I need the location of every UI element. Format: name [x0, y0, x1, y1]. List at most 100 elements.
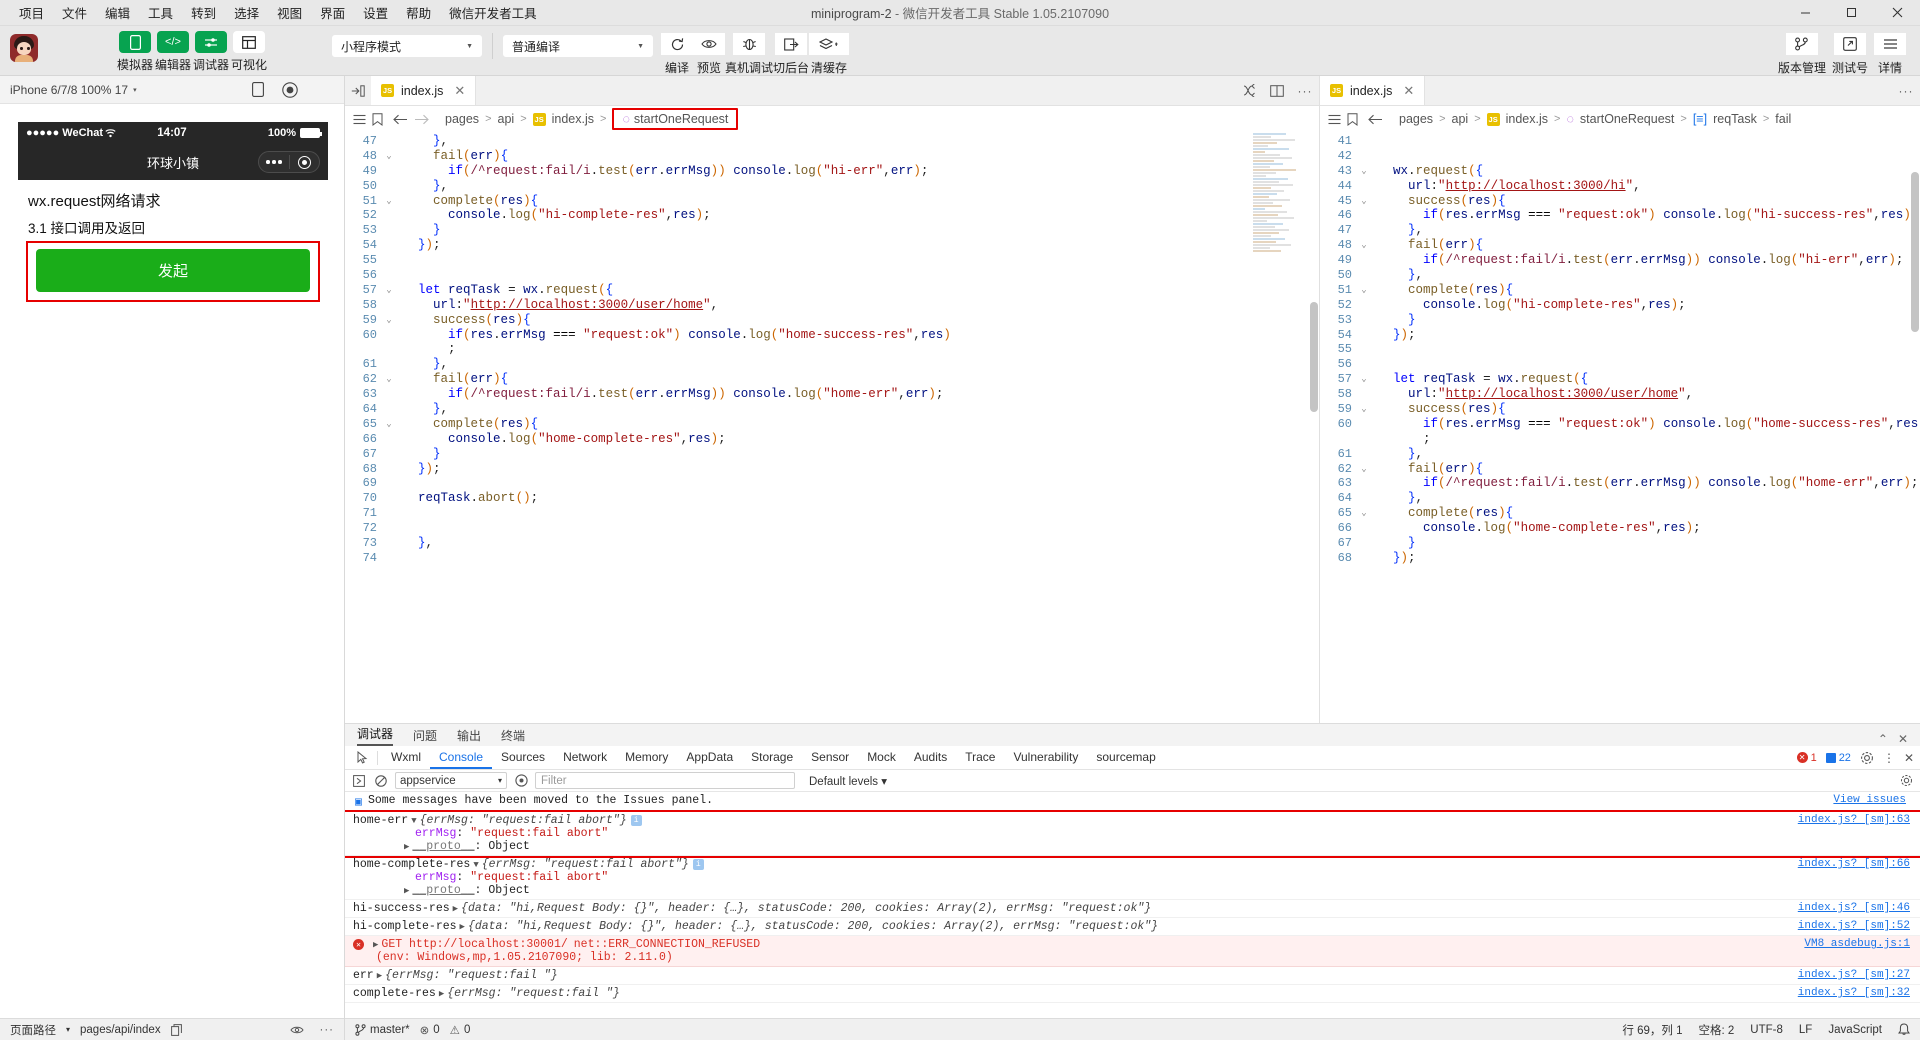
- code-line[interactable]: 62 ⌄ fail(err){: [345, 372, 1319, 387]
- toggle-sidebar-icon[interactable]: [345, 76, 371, 105]
- error-count-badge[interactable]: ✕ 1: [1796, 752, 1817, 764]
- console-output[interactable]: ▣ Some messages have been moved to the I…: [345, 792, 1920, 1018]
- code-line[interactable]: 59 ⌄ success(res){: [345, 313, 1319, 328]
- console-levels-select[interactable]: Default levels ▾: [809, 774, 887, 788]
- tab-vulnerability[interactable]: Vulnerability: [1004, 746, 1087, 769]
- code-line[interactable]: 66 console.log("home-complete-res",res);: [345, 432, 1319, 447]
- code-area-right[interactable]: 41 42 43 ⌄ wx.request({44 url:"http://local…: [1320, 132, 1920, 723]
- code-line[interactable]: 65 ⌄ complete(res){: [345, 417, 1319, 432]
- code-line[interactable]: 68 });: [1320, 551, 1920, 566]
- more-icon[interactable]: ···: [320, 1024, 335, 1036]
- device-select[interactable]: iPhone 6/7/8 100% 17: [10, 83, 128, 97]
- compile-mode-select[interactable]: 普通编译 ▼: [503, 35, 653, 57]
- expand-arrow-icon[interactable]: ▶: [377, 971, 382, 981]
- code-line[interactable]: 72: [345, 521, 1319, 536]
- fold-toggle[interactable]: ⌄: [1356, 283, 1372, 298]
- panel-tab-debugger[interactable]: 调试器: [357, 725, 394, 746]
- panel-tab-terminal[interactable]: 终端: [501, 727, 525, 746]
- inspect-element-icon[interactable]: [351, 751, 373, 764]
- expand-arrow-icon[interactable]: ▶: [373, 940, 378, 950]
- code-line[interactable]: 48 ⌄ fail(err){: [345, 149, 1319, 164]
- fold-toggle[interactable]: ⌄: [1356, 462, 1372, 477]
- clear-cache-button[interactable]: 清缓存: [809, 33, 850, 76]
- code-line[interactable]: 70 reqTask.abort();: [345, 491, 1319, 506]
- code-line[interactable]: 52 console.log("hi-complete-res",res);: [1320, 298, 1920, 313]
- rotate-icon[interactable]: [252, 82, 264, 97]
- code-line[interactable]: 64 },: [1320, 491, 1920, 506]
- expand-arrow-icon[interactable]: ▶: [460, 922, 465, 932]
- breadcrumb-symbol-highlight[interactable]: ◌ startOneRequest: [612, 108, 739, 130]
- editor-more-icon[interactable]: ···: [1291, 76, 1319, 105]
- code-line[interactable]: 61 },: [345, 357, 1319, 372]
- breadcrumb-file[interactable]: index.js: [1506, 112, 1548, 126]
- minimap-left[interactable]: [1253, 132, 1313, 723]
- breadcrumb-pages[interactable]: pages: [1399, 112, 1433, 126]
- code-line[interactable]: 69: [345, 476, 1319, 491]
- wechat-capsule[interactable]: [258, 151, 320, 173]
- gear-icon[interactable]: [1860, 751, 1874, 765]
- console-settings-icon[interactable]: [1898, 774, 1914, 787]
- code-line[interactable]: 59 ⌄ success(res){: [1320, 402, 1920, 417]
- tab-mock[interactable]: Mock: [858, 746, 905, 769]
- code-line[interactable]: 68 });: [345, 462, 1319, 477]
- console-source-link[interactable]: index.js? [sm]:52: [1798, 920, 1910, 932]
- code-line[interactable]: 56: [345, 268, 1319, 283]
- code-line[interactable]: 56: [1320, 357, 1920, 372]
- debugger-toggle-button[interactable]: 调试器: [192, 31, 230, 73]
- code-line[interactable]: 61 },: [1320, 447, 1920, 462]
- fold-toggle[interactable]: ⌄: [381, 149, 397, 164]
- tab-wxml[interactable]: Wxml: [382, 746, 430, 769]
- editor-toggle-button[interactable]: </> 编辑器: [154, 31, 192, 73]
- code-line[interactable]: 63 if(/^request:fail/i.test(err.errMsg))…: [1320, 476, 1920, 491]
- info-badge-icon[interactable]: i: [692, 859, 704, 870]
- console-log-row[interactable]: home-err ▼ {errMsg: "request:fail abort"} i…: [345, 810, 1920, 858]
- details-button[interactable]: 详情: [1874, 33, 1906, 76]
- console-log-row[interactable]: hi-success-res ▶ {data: "hi,Request Body: …: [345, 900, 1920, 918]
- breadcrumb-symbol[interactable]: startOneRequest: [1580, 112, 1675, 126]
- back-arrow-icon[interactable]: [393, 114, 408, 125]
- clear-console-icon[interactable]: [373, 774, 389, 787]
- breadcrumb-api[interactable]: api: [1452, 112, 1469, 126]
- code-line[interactable]: 46 if(res.errMsg === "request:ok") conso…: [1320, 208, 1920, 223]
- code-line[interactable]: 42: [1320, 149, 1920, 164]
- close-circle-icon[interactable]: [290, 155, 320, 169]
- tab-trace[interactable]: Trace: [956, 746, 1004, 769]
- code-line[interactable]: 53 }: [1320, 313, 1920, 328]
- cursor-position[interactable]: 行 69，列 1: [1622, 1022, 1682, 1038]
- code-line[interactable]: 63 if(/^request:fail/i.test(err.errMsg))…: [345, 387, 1319, 402]
- tab-sources[interactable]: Sources: [492, 746, 554, 769]
- back-arrow-icon[interactable]: [1368, 114, 1383, 125]
- expand-arrow-icon[interactable]: ▶: [453, 904, 458, 914]
- panel-tab-output[interactable]: 输出: [457, 727, 481, 746]
- code-line[interactable]: 54 });: [345, 238, 1319, 253]
- menu-item-help[interactable]: 帮助: [397, 0, 440, 25]
- expand-arrow-icon[interactable]: ▶: [404, 886, 409, 896]
- tab-memory[interactable]: Memory: [616, 746, 677, 769]
- page-path-value[interactable]: pages/api/index: [80, 1024, 161, 1036]
- bookmark-icon[interactable]: [1347, 112, 1358, 126]
- close-button[interactable]: [1874, 0, 1920, 26]
- code-line[interactable]: 54 });: [1320, 328, 1920, 343]
- breadcrumb-api[interactable]: api: [498, 112, 515, 126]
- expand-arrow-icon[interactable]: ▼: [411, 816, 416, 826]
- visualize-toggle-button[interactable]: 可视化: [230, 31, 268, 73]
- code-line[interactable]: 55: [345, 253, 1319, 268]
- code-line[interactable]: 45 ⌄ success(res){: [1320, 194, 1920, 209]
- menu-item-ui[interactable]: 界面: [311, 0, 354, 25]
- tab-appdata[interactable]: AppData: [677, 746, 742, 769]
- code-line[interactable]: 60 if(res.errMsg === "request:ok") conso…: [1320, 417, 1920, 432]
- code-line[interactable]: 51 ⌄ complete(res){: [1320, 283, 1920, 298]
- info-badge-icon[interactable]: i: [630, 815, 642, 826]
- tab-sourcemap[interactable]: sourcemap: [1087, 746, 1164, 769]
- console-source-link[interactable]: VM8 asdebug.js:1: [1804, 938, 1910, 950]
- code-line[interactable]: 57 ⌄ let reqTask = wx.request({: [345, 283, 1319, 298]
- breadcrumb-pages[interactable]: pages: [445, 112, 479, 126]
- console-context-select[interactable]: appservice ▾: [395, 772, 507, 789]
- view-issues-link[interactable]: View issues: [1833, 794, 1906, 806]
- fold-toggle[interactable]: ⌄: [381, 194, 397, 209]
- code-line[interactable]: 44 url:"http://localhost:3000/hi",: [1320, 179, 1920, 194]
- expand-arrow-icon[interactable]: ▼: [473, 860, 478, 870]
- split-pane-icon[interactable]: [1263, 76, 1291, 105]
- console-log-row[interactable]: complete-res ▶ {errMsg: "request:fail "} in…: [345, 985, 1920, 1003]
- menu-item-project[interactable]: 项目: [10, 0, 53, 25]
